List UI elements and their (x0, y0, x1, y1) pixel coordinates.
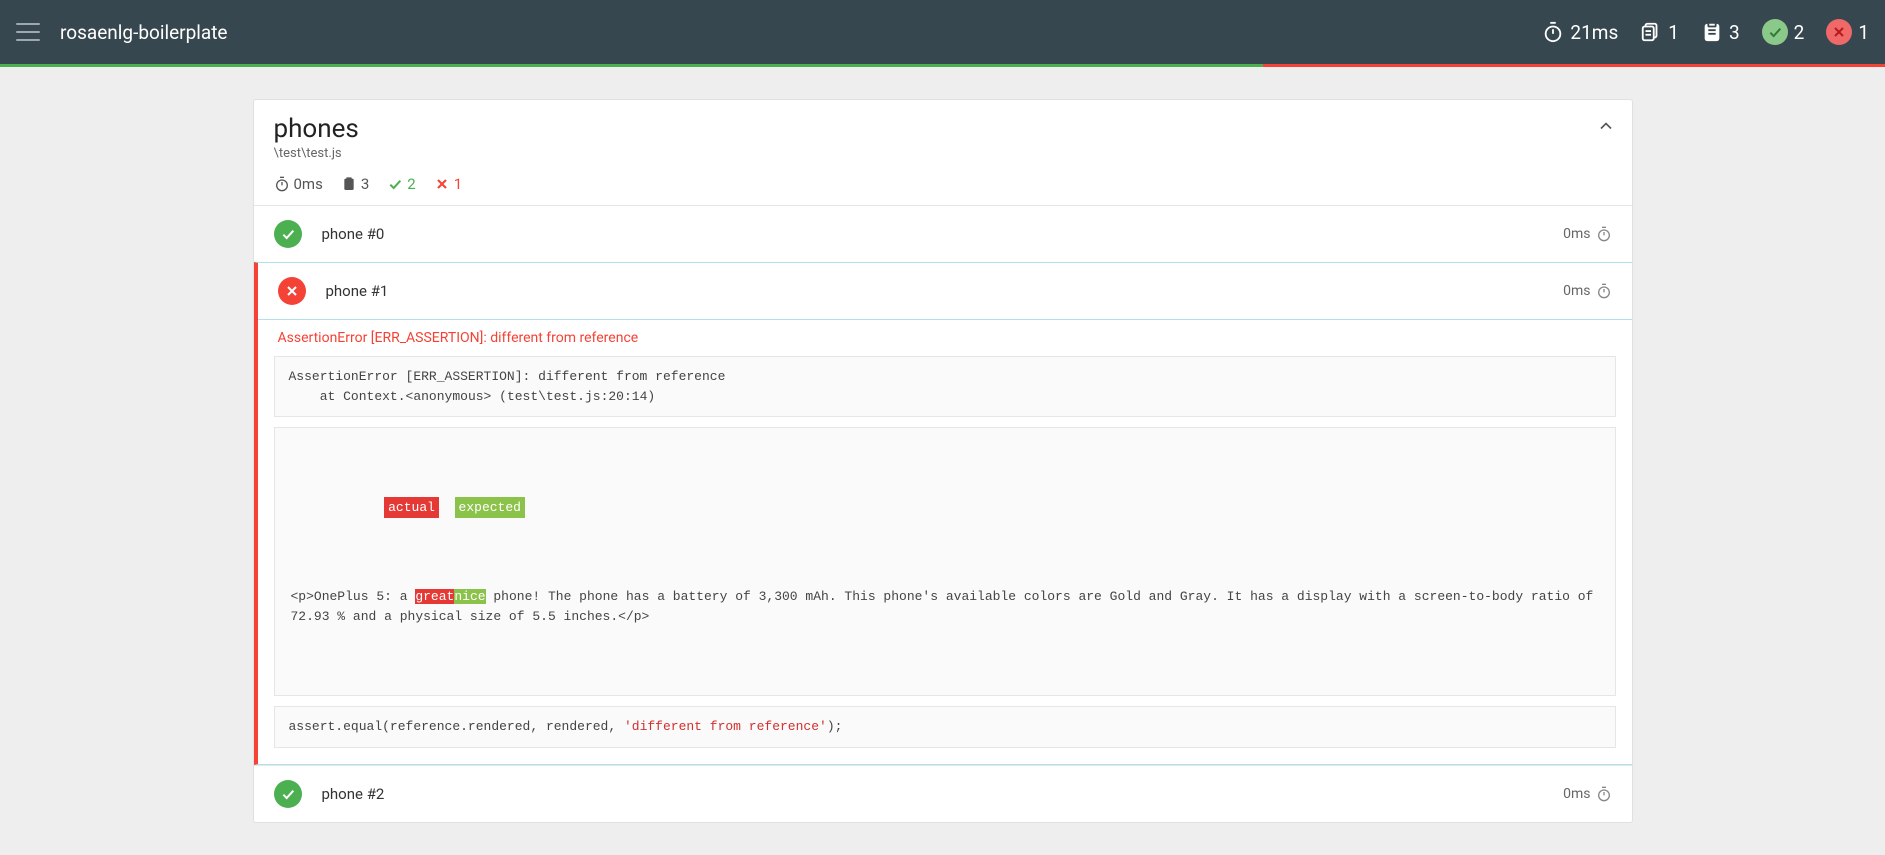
diff-expected-word: nice (454, 589, 485, 604)
top-bar: rosaenlg-boilerplate 21ms 1 3 2 (0, 0, 1885, 64)
test-name: phone #0 (322, 225, 1564, 243)
check-icon (274, 220, 302, 248)
suite-path: \test\test.js (274, 146, 1612, 161)
code-string: 'different from reference' (624, 719, 827, 734)
diff-post: phone! The phone has a battery of 3,300 … (291, 589, 1602, 625)
stat-duration: 21ms (1542, 21, 1618, 44)
suite-card: phones \test\test.js 0ms 3 2 (253, 99, 1633, 823)
test-duration-value: 0ms (1563, 283, 1590, 299)
test-duration-value: 0ms (1563, 226, 1590, 242)
fail-badge-icon (1826, 19, 1852, 45)
pass-badge-icon (1762, 19, 1788, 45)
diff-label-expected: expected (455, 497, 525, 519)
suite-tests-value: 3 (361, 175, 369, 193)
progress-bar (0, 64, 1885, 67)
header-stats: 21ms 1 3 2 1 (1542, 19, 1869, 45)
stat-duration-value: 21ms (1570, 21, 1618, 44)
timer-icon (1596, 283, 1612, 299)
stat-tests-value: 3 (1729, 21, 1740, 44)
clipboard-icon (1701, 21, 1723, 43)
stat-failed-value: 1 (1858, 21, 1869, 44)
suite-header[interactable]: phones \test\test.js 0ms 3 2 (254, 100, 1632, 205)
stat-passed: 2 (1762, 19, 1805, 45)
test-header[interactable]: phone #2 0ms (254, 766, 1632, 822)
stat-passed-value: 2 (1794, 21, 1805, 44)
menu-icon[interactable] (16, 23, 40, 41)
test-header[interactable]: phone #1 0ms (258, 263, 1632, 320)
timer-icon (1542, 21, 1564, 43)
test-name: phone #1 (326, 282, 1564, 300)
suite-passed: 2 (387, 175, 415, 193)
assert-code: assert.equal(reference.rendered, rendere… (274, 706, 1616, 748)
stat-failed: 1 (1826, 19, 1869, 45)
suite-duration-value: 0ms (294, 175, 323, 193)
stat-tests: 3 (1701, 21, 1740, 44)
diff-actual-word: great (415, 589, 454, 604)
code-post: ); (827, 719, 843, 734)
timer-icon (1596, 786, 1612, 802)
diff-pre: <p>OnePlus 5: a (291, 589, 416, 604)
stat-suites-value: 1 (1668, 21, 1679, 44)
test-header[interactable]: phone #0 0ms (254, 206, 1632, 262)
x-icon (278, 277, 306, 305)
check-icon (274, 780, 302, 808)
test-duration: 0ms (1563, 786, 1611, 802)
test-name: phone #2 (322, 785, 1564, 803)
diff-label-actual: actual (384, 497, 439, 519)
progress-fail (1263, 64, 1885, 67)
suite-failed-value: 1 (454, 175, 462, 193)
test-duration: 0ms (1563, 226, 1611, 242)
test-duration: 0ms (1563, 283, 1611, 299)
stat-suites: 1 (1640, 21, 1679, 44)
test-row: phone #1 0ms AssertionError [ERR_ASSERTI… (254, 262, 1632, 765)
app-title: rosaenlg-boilerplate (60, 21, 1542, 44)
suite-meta: 0ms 3 2 1 (274, 175, 1612, 193)
suites-icon (1640, 21, 1662, 43)
test-duration-value: 0ms (1563, 786, 1590, 802)
error-stack: AssertionError [ERR_ASSERTION]: differen… (274, 356, 1616, 417)
suite-duration: 0ms (274, 175, 323, 193)
test-row: phone #2 0ms (254, 765, 1632, 822)
progress-pass (0, 64, 1263, 67)
chevron-up-icon[interactable] (1596, 116, 1616, 136)
code-pre: assert.equal(reference.rendered, rendere… (289, 719, 624, 734)
error-message: AssertionError [ERR_ASSERTION]: differen… (258, 320, 1632, 356)
diff-panel: actual expected <p>OnePlus 5: a greatnic… (274, 427, 1616, 696)
test-row: phone #0 0ms (254, 205, 1632, 262)
suite-title: phones (274, 114, 1612, 144)
timer-icon (1596, 226, 1612, 242)
suite-failed: 1 (434, 175, 462, 193)
suite-tests: 3 (341, 175, 369, 193)
diff-content: <p>OnePlus 5: a greatnice phone! The pho… (275, 577, 1615, 643)
suite-passed-value: 2 (407, 175, 415, 193)
